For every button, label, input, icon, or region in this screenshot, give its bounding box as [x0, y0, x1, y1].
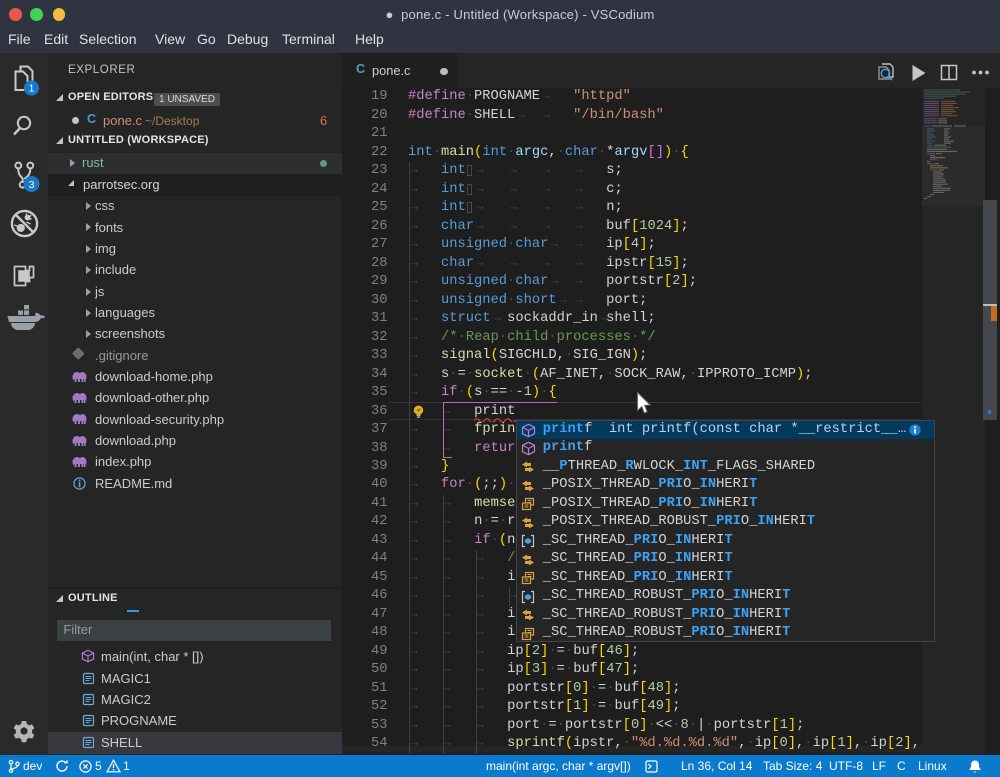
svg-text:1: 1 [29, 84, 35, 95]
svg-text:3: 3 [29, 179, 35, 191]
